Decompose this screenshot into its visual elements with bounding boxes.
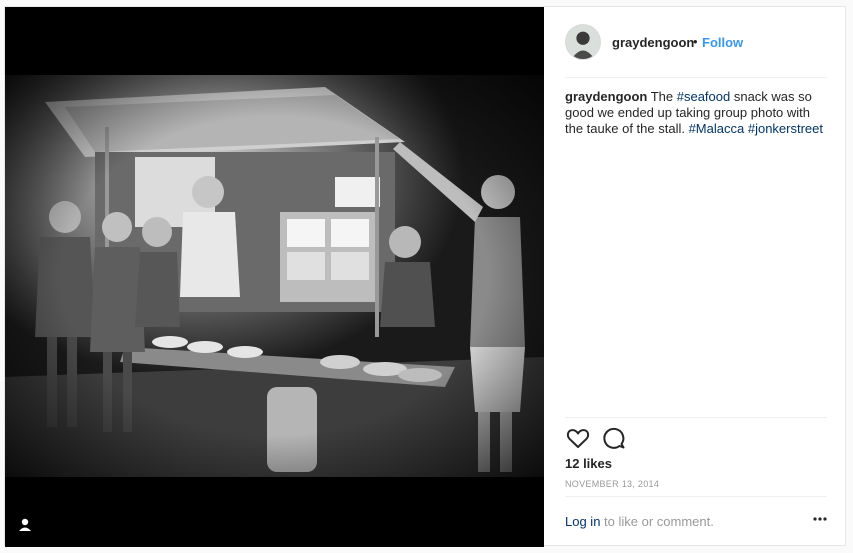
post-username[interactable]: graydengoon: [612, 35, 694, 50]
login-link[interactable]: Log in: [565, 514, 600, 529]
separator-dot: •: [693, 34, 698, 49]
divider: [565, 417, 827, 418]
heart-icon[interactable]: [565, 425, 591, 451]
follow-button[interactable]: Follow: [702, 35, 743, 50]
divider: [565, 77, 827, 78]
hashtag-malacca[interactable]: #Malacca: [689, 121, 745, 136]
post-photo: [5, 7, 544, 547]
post-date[interactable]: NOVEMBER 13, 2014: [565, 479, 659, 489]
hashtag-jonkerstreet[interactable]: #jonkerstreet: [748, 121, 823, 136]
divider: [565, 496, 827, 497]
avatar[interactable]: [565, 24, 601, 60]
login-prompt-text: to like or comment.: [600, 514, 714, 529]
avatar-image: [566, 25, 600, 59]
post-media[interactable]: [5, 7, 544, 547]
caption-text: The: [647, 89, 677, 104]
hashtag-seafood[interactable]: #seafood: [677, 89, 731, 104]
likes-count[interactable]: 12 likes: [565, 456, 612, 471]
post-header: graydengoon • Follow: [544, 7, 847, 77]
more-options-icon[interactable]: [812, 511, 828, 527]
tagged-user-icon[interactable]: [15, 515, 35, 535]
comment-icon[interactable]: [601, 425, 627, 451]
post-caption: graydengoon The #seafood snack was so go…: [565, 89, 827, 137]
instagram-post: graydengoon • Follow graydengoon The #se…: [4, 6, 847, 547]
login-prompt: Log in to like or comment.: [565, 514, 714, 529]
caption-username[interactable]: graydengoon: [565, 89, 647, 104]
post-sidebar: graydengoon • Follow graydengoon The #se…: [544, 7, 847, 547]
